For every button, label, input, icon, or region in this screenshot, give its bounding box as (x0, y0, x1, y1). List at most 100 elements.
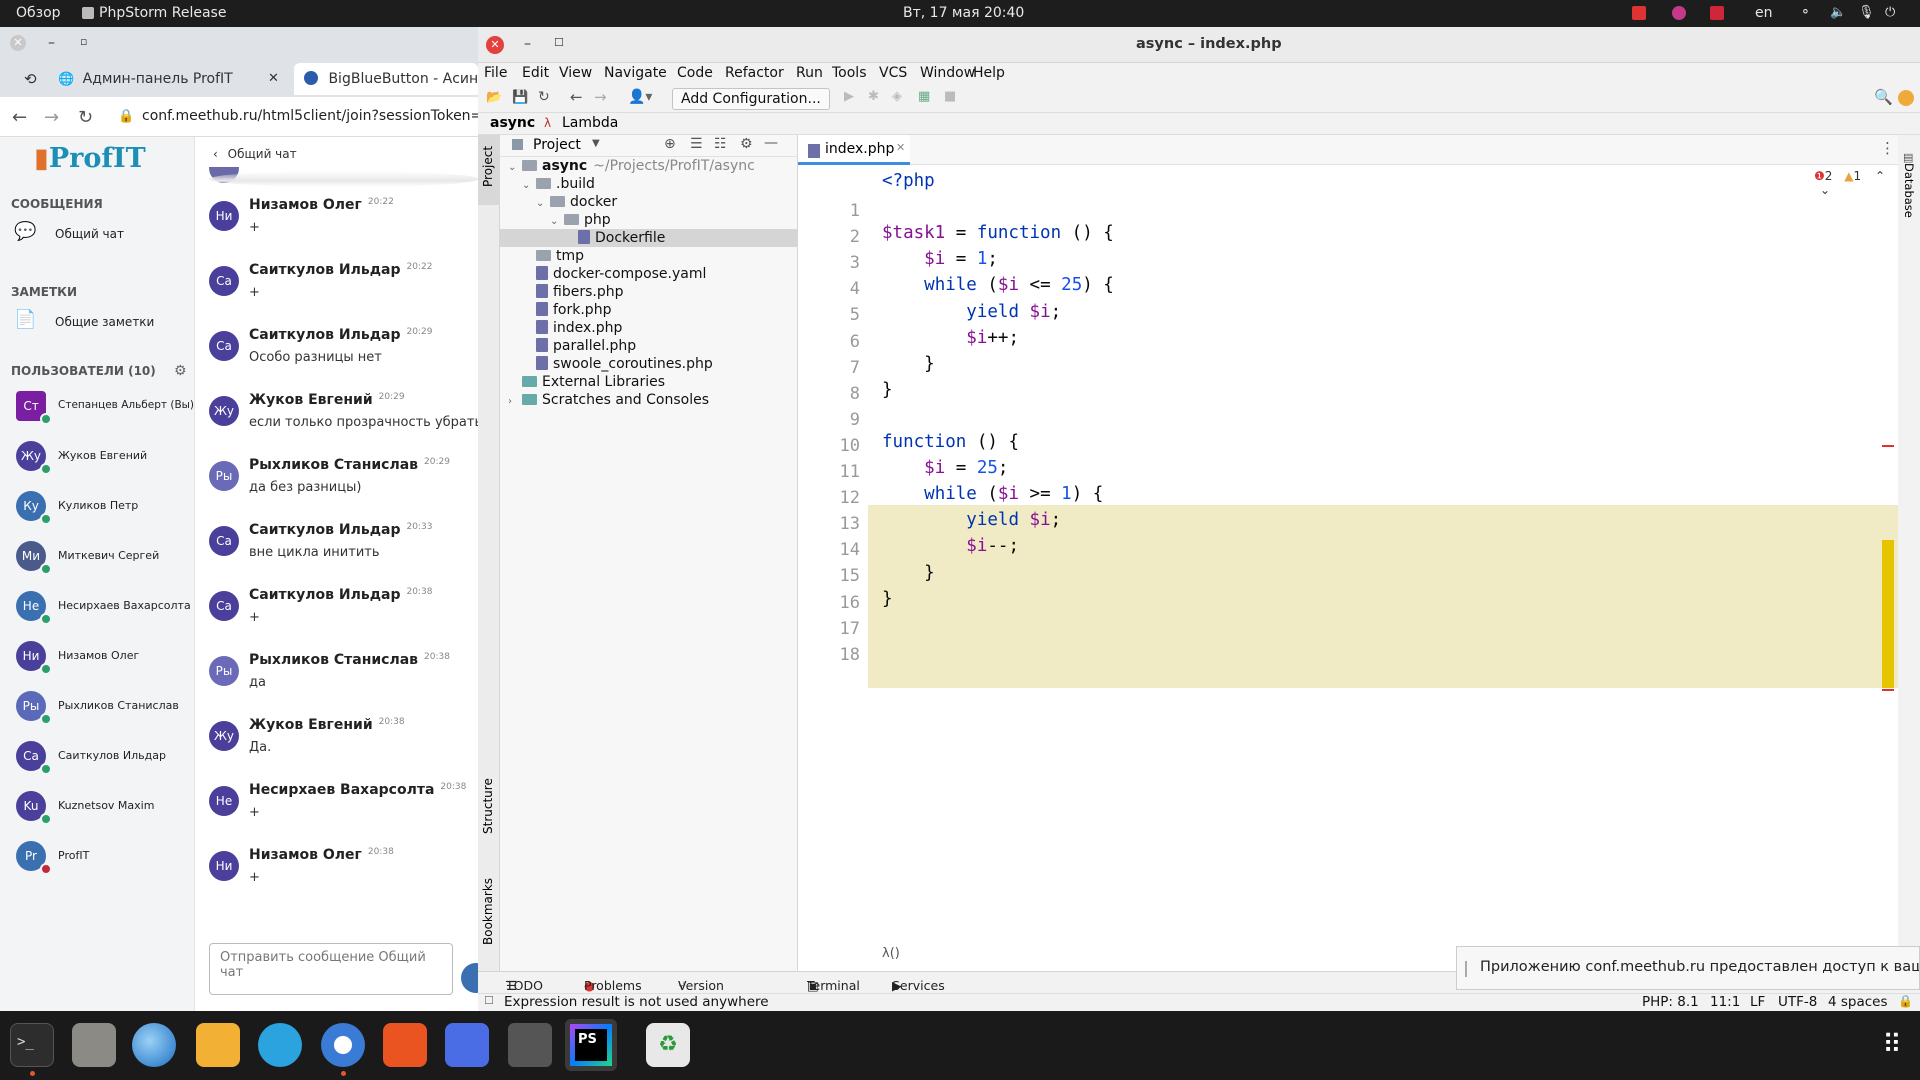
locate-file-icon[interactable]: ⊕ (664, 136, 676, 152)
volume-icon[interactable]: 🔈 (1830, 5, 1846, 20)
tree-node[interactable]: External Libraries (500, 373, 798, 391)
user-list-item[interactable]: Жу Жуков Евгений (0, 439, 194, 477)
obs-icon[interactable] (508, 1023, 552, 1067)
tab-admin-panel[interactable]: 🌐 Админ-панель ProfIT ✕ (58, 63, 286, 95)
clock[interactable]: Вт, 17 мая 20:40 (903, 5, 1024, 21)
code-line[interactable]: } (882, 380, 893, 400)
chat-message-input[interactable]: Отправить сообщение Общий чат (209, 943, 453, 995)
vcs-user-icon[interactable]: 👤▾ (628, 89, 652, 105)
tree-file[interactable]: Dockerfile (500, 229, 798, 247)
menu-edit[interactable]: Edit (522, 65, 549, 81)
apps-grid-icon[interactable]: ⠿ (1870, 1023, 1914, 1067)
tree-node[interactable]: › Scratches and Consoles (500, 391, 798, 409)
tree-folder[interactable]: ⌄ .build (500, 175, 798, 193)
tree-folder[interactable]: ⌄ async ~/Projects/ProfIT/async (500, 157, 798, 175)
files-icon[interactable] (72, 1023, 116, 1067)
sync-icon[interactable]: ↻ (538, 89, 550, 105)
user-list-item[interactable]: Pr ProfIT (0, 839, 194, 877)
user-list-item[interactable]: Ст Степанцев Альберт (Вы) (0, 389, 194, 427)
user-list-item[interactable]: Ни Низамов Олег (0, 639, 194, 677)
ide-updates-icon[interactable] (1898, 90, 1914, 106)
telegram-icon[interactable] (258, 1023, 302, 1067)
minimize-window-icon[interactable]: – (48, 35, 55, 51)
screenshot-icon[interactable] (445, 1023, 489, 1067)
public-chat-item[interactable]: 💬 Общий чат (14, 221, 184, 251)
lock-icon[interactable]: 🔒 (118, 109, 134, 124)
chevron-down-icon[interactable]: ⌄ (1820, 183, 1830, 197)
code-line[interactable]: while ($i <= 25) { (882, 275, 1114, 295)
error-stripe-mark[interactable] (1882, 689, 1894, 691)
add-configuration-button[interactable]: Add Configuration... (672, 88, 830, 110)
chevron-right-icon[interactable]: › (508, 393, 522, 411)
forward-icon[interactable]: → (594, 88, 607, 106)
menu-vcs[interactable]: VCS (879, 65, 907, 81)
terminal-icon[interactable]: >_ (10, 1023, 54, 1067)
user-list-item[interactable]: Ku Kuznetsov Maxim (0, 789, 194, 827)
code-line[interactable]: yield $i; (882, 510, 1061, 530)
lock-icon[interactable]: 🔒 (1898, 994, 1913, 1008)
indent-setting[interactable]: 4 spaces (1828, 994, 1888, 1010)
tree-file[interactable]: fork.php (500, 301, 798, 319)
user-list-item[interactable]: Не Несирхаев Вахарсолта (0, 589, 194, 627)
menu-run[interactable]: Run (796, 65, 823, 81)
tree-file[interactable]: fibers.php (500, 283, 798, 301)
close-tab-icon[interactable]: ✕ (896, 141, 905, 154)
code-line[interactable]: $task1 = function () { (882, 223, 1114, 243)
stop-icon[interactable]: ■ (944, 89, 956, 104)
file-encoding[interactable]: UTF-8 (1778, 994, 1817, 1010)
software-icon[interactable] (383, 1023, 427, 1067)
inspection-widget[interactable]: ❶2 ▲1 ⌃ ⌄ (1814, 169, 1898, 197)
users-settings-icon[interactable]: ⚙ (174, 363, 187, 379)
chat-back-button[interactable]: ‹ Общий чат (213, 147, 297, 161)
caret-position[interactable]: 11:1 (1710, 994, 1740, 1010)
menu-file[interactable]: File (484, 65, 507, 81)
profile-icon[interactable]: ▦ (918, 89, 930, 104)
tab-bigbluebutton[interactable]: BigBlueButton - Асин (294, 63, 478, 95)
tree-folder[interactable]: ⌄ docker (500, 193, 798, 211)
php-level[interactable]: PHP: 8.1 (1642, 994, 1699, 1010)
code-line[interactable]: yield $i; (882, 302, 1061, 322)
project-tool-tab[interactable]: Project (478, 135, 500, 205)
thunderbird-icon[interactable] (132, 1023, 176, 1067)
gear-icon[interactable]: ⚙ (740, 136, 753, 152)
code-line[interactable]: } (882, 563, 935, 583)
code-line[interactable]: } (882, 589, 893, 609)
chromium-icon[interactable] (321, 1023, 365, 1067)
collapse-all-icon[interactable]: ☷ (714, 136, 727, 152)
menu-refactor[interactable]: Refactor (725, 65, 784, 81)
code-line[interactable]: } (882, 354, 935, 374)
hide-panel-icon[interactable]: — (764, 135, 778, 151)
reload-icon[interactable]: ↻ (78, 107, 93, 128)
code-line[interactable]: <?php (882, 171, 935, 191)
back-icon[interactable]: ← (12, 107, 27, 128)
code-line[interactable]: $i++; (882, 328, 1019, 348)
code-line[interactable]: function () { (882, 432, 1019, 452)
editor-tab-index-php[interactable]: index.php ✕ (798, 135, 910, 165)
more-tabs-icon[interactable]: ⋮ (1880, 139, 1895, 157)
screen-share-notification[interactable]: Приложению conf.meethub.ru предоставлен … (1456, 946, 1920, 990)
close-window-icon[interactable]: ✕ (10, 35, 26, 51)
phpstorm-dock-slot[interactable]: PS (565, 1019, 617, 1071)
tree-file[interactable]: swoole_coroutines.php (500, 355, 798, 373)
tree-file[interactable]: docker-compose.yaml (500, 265, 798, 283)
warning-stripe-mark[interactable] (1882, 540, 1894, 688)
maximize-window-icon[interactable]: ▫ (80, 35, 87, 48)
keyboard-layout[interactable]: en (1755, 5, 1773, 21)
line-separator[interactable]: LF (1750, 994, 1765, 1010)
activities-button[interactable]: Обзор (16, 5, 61, 21)
save-icon[interactable]: 💾 (512, 90, 528, 105)
forward-icon[interactable]: → (44, 107, 59, 128)
calculator-icon[interactable] (196, 1023, 240, 1067)
menu-window[interactable]: Window (920, 65, 975, 81)
tree-file[interactable]: index.php (500, 319, 798, 337)
chevron-down-icon[interactable]: ▼ (592, 138, 600, 149)
maximize-window-icon[interactable]: ☐ (554, 36, 564, 49)
close-window-icon[interactable]: ✕ (486, 36, 504, 54)
coverage-icon[interactable]: ◈ (892, 89, 902, 104)
menu-code[interactable]: Code (677, 65, 713, 81)
minimize-window-icon[interactable]: – (524, 36, 531, 52)
expand-all-icon[interactable]: ☰ (690, 136, 703, 152)
breadcrumb-project[interactable]: async (490, 115, 535, 131)
menu-help[interactable]: Help (973, 65, 1005, 81)
open-icon[interactable]: 📂 (486, 90, 502, 105)
